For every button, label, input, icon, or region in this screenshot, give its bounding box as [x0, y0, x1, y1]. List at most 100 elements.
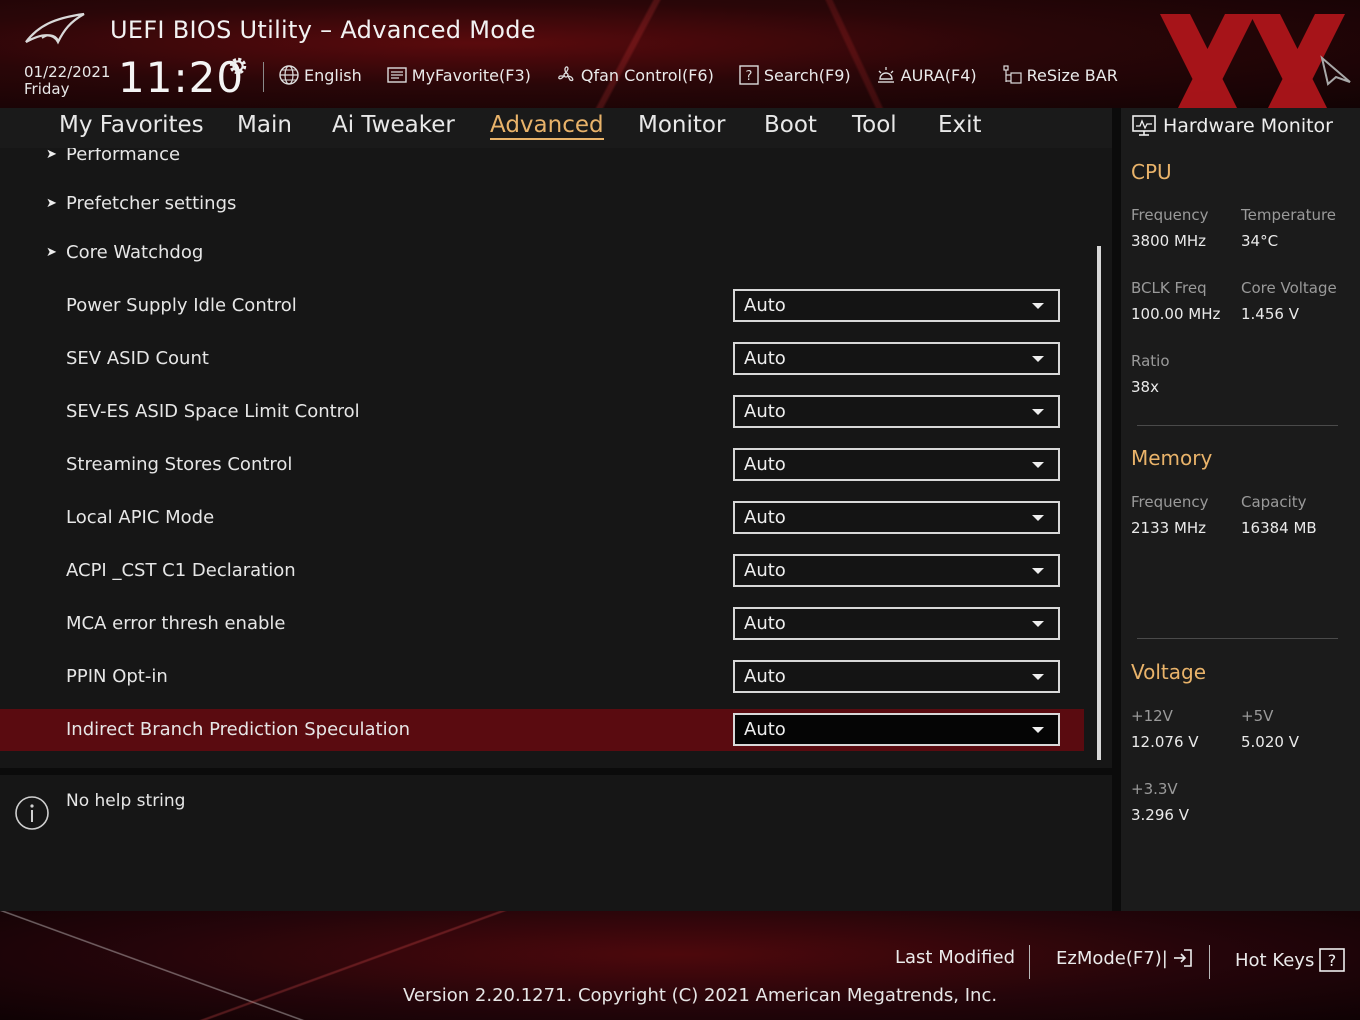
v12-value: 12.076 V — [1131, 733, 1199, 751]
setting-row-mca-error-thresh-enable[interactable]: MCA error thresh enable Auto — [0, 603, 1084, 645]
submenu-arrow-icon: ➤ — [46, 245, 57, 260]
tab-advanced[interactable]: Advanced — [490, 112, 604, 140]
hardware-monitor-title: Hardware Monitor — [1131, 114, 1333, 138]
tab-exit[interactable]: Exit — [938, 112, 982, 138]
v5-label: +5V — [1241, 707, 1274, 725]
last-modified-button[interactable]: Last Modified — [895, 947, 1015, 968]
setting-row-sev-asid-count[interactable]: SEV ASID Count Auto — [0, 338, 1084, 380]
chevron-down-icon — [1032, 356, 1044, 362]
setting-row-streaming-stores-control[interactable]: Streaming Stores Control Auto — [0, 444, 1084, 486]
language-label: English — [304, 65, 362, 85]
question-box-icon: ? — [1319, 948, 1346, 972]
settings-list: ➤ Performance ➤ Prefetcher settings ➤ Co… — [0, 148, 1112, 768]
chevron-down-icon — [1032, 303, 1044, 309]
setting-dropdown[interactable]: Auto — [733, 342, 1060, 375]
hardware-monitor-panel: Hardware Monitor CPU Frequency 3800 MHz … — [1121, 108, 1360, 911]
day-text: Friday — [24, 80, 70, 98]
ratio-value: 38x — [1131, 378, 1159, 396]
setting-row-sev-es-asid-space-limit-control[interactable]: SEV-ES ASID Space Limit Control Auto — [0, 391, 1084, 433]
setting-label: SEV-ES ASID Space Limit Control — [66, 401, 360, 422]
chevron-down-icon — [1032, 515, 1044, 521]
resize-bar-button[interactable]: ReSize BAR — [1001, 64, 1118, 86]
core-voltage-label: Core Voltage — [1241, 279, 1337, 297]
hardware-monitor-title-text: Hardware Monitor — [1163, 115, 1333, 137]
hot-keys-button[interactable]: Hot Keys ? — [1235, 947, 1346, 973]
app-title: UEFI BIOS Utility – Advanced Mode — [110, 16, 536, 44]
setting-row-power-supply-idle-control[interactable]: Power Supply Idle Control Auto — [0, 285, 1084, 327]
setting-dropdown[interactable]: Auto — [733, 395, 1060, 428]
cpu-temperature-value: 34°C — [1241, 232, 1279, 250]
memory-frequency-value: 2133 MHz — [1131, 519, 1207, 537]
setting-row-acpi-cst-c1-declaration[interactable]: ACPI _CST C1 Declaration Auto — [0, 550, 1084, 592]
version-text: Version 2.20.1271. Copyright (C) 2021 Am… — [403, 985, 998, 1006]
dropdown-value: Auto — [744, 719, 786, 740]
chevron-down-icon — [1032, 409, 1044, 415]
setting-row-local-apic-mode[interactable]: Local APIC Mode Auto — [0, 497, 1084, 539]
dropdown-value: Auto — [744, 666, 786, 687]
section-divider — [1137, 638, 1338, 639]
submenu-core-watchdog[interactable]: ➤ Core Watchdog — [0, 232, 1084, 274]
cpu-frequency-value: 3800 MHz — [1131, 232, 1207, 250]
ratio-label: Ratio — [1131, 352, 1170, 370]
myfavorite-label: MyFavorite(F3) — [411, 65, 531, 85]
setting-label: MCA error thresh enable — [66, 613, 286, 634]
footer-divider — [1209, 945, 1210, 979]
gear-icon[interactable] — [226, 54, 250, 78]
dropdown-value: Auto — [744, 295, 786, 316]
dropdown-value: Auto — [744, 560, 786, 581]
settings-scrollbar[interactable] — [1097, 246, 1101, 760]
setting-label: SEV ASID Count — [66, 348, 209, 369]
tab-tool[interactable]: Tool — [852, 112, 897, 138]
fan-icon — [558, 66, 574, 82]
monitor-icon — [1132, 115, 1156, 136]
chevron-down-icon — [1032, 462, 1044, 468]
tab-my-favorites[interactable]: My Favorites — [59, 112, 204, 138]
memory-capacity-label: Capacity — [1241, 493, 1307, 511]
setting-dropdown[interactable]: Auto — [733, 713, 1060, 746]
v33-label: +3.3V — [1131, 780, 1178, 798]
setting-dropdown[interactable]: Auto — [733, 554, 1060, 587]
main-tab-bar: My Favorites Main Ai Tweaker Advanced Mo… — [0, 108, 1112, 148]
myfavorite-button[interactable]: MyFavorite(F3) — [386, 64, 531, 86]
search-help-icon: ? — [739, 65, 759, 85]
aura-button[interactable]: AURA(F4) — [875, 64, 977, 86]
tab-main[interactable]: Main — [237, 112, 292, 138]
qfan-control-button[interactable]: Qfan Control(F6) — [555, 64, 714, 86]
date-display: 01/22/2021 Friday — [24, 64, 110, 98]
globe-icon — [279, 65, 299, 85]
help-panel: No help string — [0, 775, 1112, 911]
cpu-heading: CPU — [1131, 160, 1172, 184]
dropdown-value: Auto — [744, 507, 786, 528]
submenu-prefetcher-settings[interactable]: ➤ Prefetcher settings — [0, 183, 1084, 225]
ezmode-button[interactable]: EzMode(F7)| — [1056, 947, 1194, 969]
search-label: Search(F9) — [763, 65, 851, 85]
header-toolbar: English MyFavorite(F3) Qfan Control(F6) … — [278, 60, 1142, 90]
setting-dropdown[interactable]: Auto — [733, 501, 1060, 534]
help-text: No help string — [66, 791, 186, 811]
setting-dropdown[interactable]: Auto — [733, 289, 1060, 322]
qfan-label: Qfan Control(F6) — [580, 65, 714, 85]
setting-label: ACPI _CST C1 Declaration — [66, 560, 296, 581]
dropdown-value: Auto — [744, 454, 786, 475]
setting-dropdown[interactable]: Auto — [733, 607, 1060, 640]
setting-dropdown[interactable]: Auto — [733, 660, 1060, 693]
aura-light-icon — [877, 67, 894, 83]
tab-monitor[interactable]: Monitor — [638, 112, 725, 138]
setting-row-indirect-branch-prediction-speculation[interactable]: Indirect Branch Prediction Speculation A… — [0, 709, 1084, 751]
memory-heading: Memory — [1131, 446, 1213, 470]
aura-label: AURA(F4) — [900, 65, 977, 85]
tab-ai-tweaker[interactable]: Ai Tweaker — [332, 112, 455, 138]
rog-logo-icon — [25, 12, 85, 45]
core-voltage-value: 1.456 V — [1241, 305, 1299, 323]
setting-label: Local APIC Mode — [66, 507, 215, 528]
setting-row-ppin-opt-in[interactable]: PPIN Opt-in Auto — [0, 656, 1084, 698]
setting-dropdown[interactable]: Auto — [733, 448, 1060, 481]
memory-frequency-label: Frequency — [1131, 493, 1209, 511]
info-icon — [15, 796, 49, 830]
language-button[interactable]: English — [278, 64, 362, 86]
tab-boot[interactable]: Boot — [764, 112, 817, 138]
submenu-performance[interactable]: ➤ Performance — [0, 148, 1084, 176]
bclk-freq-label: BCLK Freq — [1131, 279, 1207, 297]
dropdown-value: Auto — [744, 401, 786, 422]
search-button[interactable]: ? Search(F9) — [738, 64, 851, 86]
